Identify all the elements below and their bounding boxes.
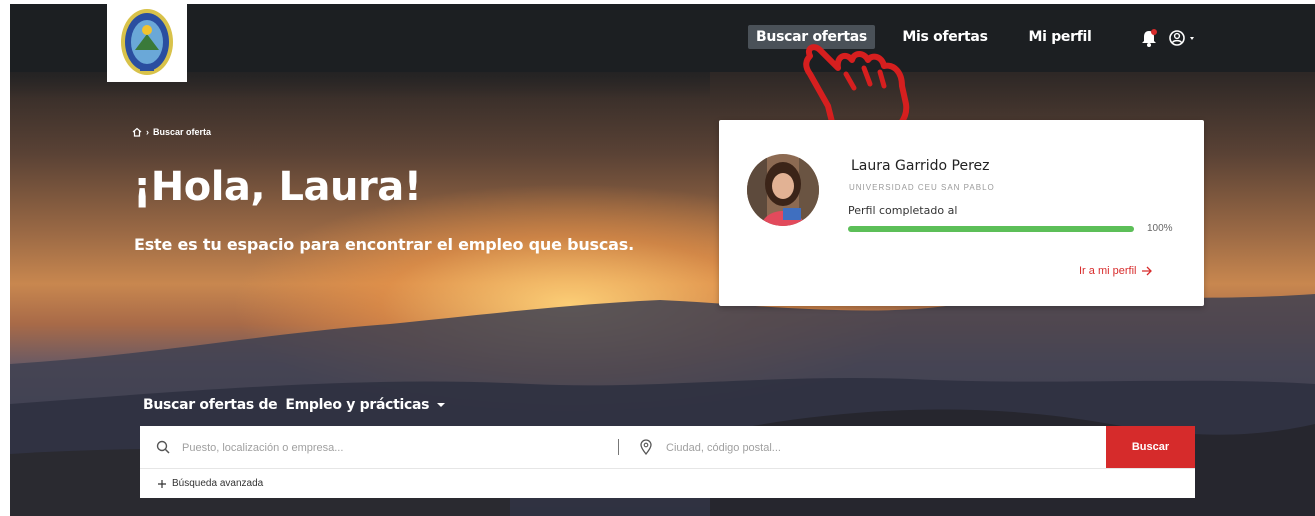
search-bar: Buscar — [140, 426, 1195, 468]
nav-mi-perfil[interactable]: Mi perfil — [1024, 25, 1096, 49]
caret-down-icon — [1190, 37, 1194, 40]
profile-progress-percent: 100% — [1147, 223, 1173, 234]
advanced-search-link[interactable]: Búsqueda avanzada — [158, 478, 263, 489]
location-pin-icon — [640, 439, 652, 455]
go-to-profile-label: Ir a mi perfil — [1079, 265, 1137, 277]
top-navigation-bar — [10, 4, 1315, 72]
search-button[interactable]: Buscar — [1106, 426, 1195, 468]
go-to-profile-link[interactable]: Ir a mi perfil — [1079, 265, 1153, 277]
search-type-dropdown[interactable]: Empleo y prácticas — [285, 397, 446, 413]
profile-card: Laura Garrido Perez UNIVERSIDAD CEU SAN … — [719, 120, 1204, 306]
seal-icon — [121, 9, 173, 75]
app-frame: Buscar ofertas Mis ofertas Mi perfil › B… — [10, 4, 1315, 516]
plus-icon — [158, 479, 166, 488]
search-heading-prefix: Buscar ofertas de — [143, 397, 278, 413]
institution-logo[interactable] — [107, 4, 187, 82]
advanced-search-row: Búsqueda avanzada — [140, 468, 1195, 498]
home-icon[interactable] — [132, 127, 142, 137]
search-type-value: Empleo y prácticas — [285, 397, 430, 413]
search-type-heading: Buscar ofertas de Empleo y prácticas — [143, 397, 446, 413]
arrow-right-icon — [1142, 266, 1153, 276]
breadcrumb-separator: › — [146, 127, 149, 137]
search-query-input[interactable] — [180, 436, 604, 460]
user-circle-icon — [1169, 30, 1185, 46]
user-menu[interactable] — [1167, 28, 1207, 48]
avatar[interactable] — [747, 154, 819, 226]
advanced-search-label: Búsqueda avanzada — [172, 478, 264, 489]
breadcrumb-current[interactable]: Buscar oferta — [153, 127, 211, 137]
profile-progress-label: Perfil completado al — [848, 204, 958, 217]
caret-down-icon — [437, 403, 446, 407]
page-title: ¡Hola, Laura! — [133, 164, 422, 210]
profile-name: Laura Garrido Perez — [851, 158, 990, 174]
location-input[interactable] — [664, 436, 1048, 460]
search-divider — [618, 439, 619, 455]
profile-university: UNIVERSIDAD CEU SAN PABLO — [849, 183, 995, 192]
breadcrumb: › Buscar oferta — [132, 125, 211, 139]
search-icon — [156, 440, 170, 454]
bell-icon[interactable] — [1140, 28, 1158, 48]
profile-progress-bar — [848, 226, 1134, 232]
profile-progress-fill — [848, 226, 1134, 232]
page-subtitle: Este es tu espacio para encontrar el emp… — [134, 235, 634, 254]
